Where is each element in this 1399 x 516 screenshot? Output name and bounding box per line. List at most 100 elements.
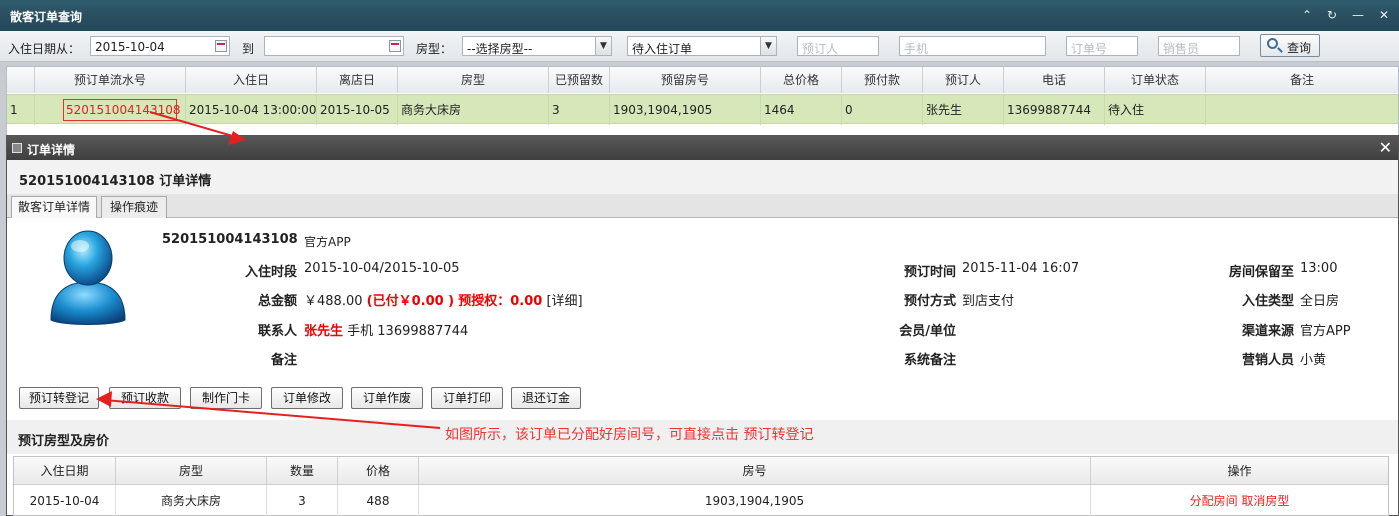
cell-prepay: 0	[842, 95, 923, 125]
col-header-roomtype[interactable]: 房型	[398, 67, 549, 93]
calendar-icon[interactable]	[389, 40, 401, 52]
salesperson-input[interactable]: 销售员	[1158, 36, 1240, 56]
checkin-type-value: 全日房	[1300, 294, 1340, 309]
booking-time-label: 预订时间	[903, 265, 956, 280]
close-icon[interactable]: ✕	[1379, 138, 1392, 157]
col-header-reserved[interactable]: 已预留数	[549, 67, 610, 93]
hold-until-value: 13:00	[1300, 261, 1338, 276]
total-preauth: 预授权：0.00	[458, 294, 543, 309]
cell-roomtype: 商务大床房	[398, 95, 549, 125]
order-status-value: 待入住订单	[632, 42, 693, 56]
collect-payment-button[interactable]: 预订收款	[109, 387, 181, 409]
total-detail-link[interactable]: [详细]	[546, 294, 582, 309]
col-header-type: 房型	[116, 457, 267, 485]
cell-booker: 张先生	[923, 95, 1004, 125]
query-button[interactable]: 查询	[1260, 34, 1320, 57]
contact-name: 张先生	[304, 324, 344, 339]
room-type-select[interactable]: --选择房型-- ▼	[462, 36, 612, 56]
cell-status: 待入住	[1105, 95, 1206, 125]
window-titlebar: 散客订单查询 ⌃ ↻ — ✕	[0, 0, 1399, 31]
cell-qty: 3	[267, 485, 338, 516]
hold-until-label: 房间保留至	[1228, 265, 1294, 280]
room-type-value: --选择房型--	[467, 42, 533, 56]
order-detail-dialog: 订单详情 ✕ 520151004143108 订单详情 散客订单详情 操作痕迹 …	[6, 135, 1399, 516]
void-order-button[interactable]: 订单作废	[351, 387, 423, 409]
channel-value: 官方APP	[1300, 324, 1351, 339]
col-header-checkout[interactable]: 离店日	[317, 67, 398, 93]
convert-to-checkin-button[interactable]: 预订转登记	[19, 387, 99, 409]
query-label: 查询	[1287, 41, 1312, 55]
minimize-icon[interactable]: —	[1350, 7, 1366, 23]
user-avatar-icon	[50, 230, 126, 325]
assign-room-link[interactable]: 分配房间	[1190, 494, 1238, 508]
total-label: 总金额	[257, 294, 297, 309]
order-no: 520151004143108	[162, 232, 298, 247]
chevron-down-icon[interactable]: ▼	[760, 37, 776, 55]
tab-operation-log[interactable]: 操作痕迹	[101, 196, 167, 218]
sales-label: 营销人员	[1241, 353, 1294, 368]
refund-deposit-button[interactable]: 退还订金	[511, 387, 581, 409]
detail-heading: 520151004143108 订单详情	[19, 174, 212, 189]
col-header-booker[interactable]: 预订人	[923, 67, 1004, 93]
contact-label: 联系人	[257, 324, 297, 339]
booker-input[interactable]: 预订人	[797, 36, 879, 56]
col-header-price: 价格	[338, 457, 419, 485]
annotation-text: 如图所示，该订单已分配好房间号，可直接点击 预订转登记	[445, 427, 814, 443]
col-header-serial[interactable]: 预订单流水号	[35, 67, 186, 93]
checkin-from-input[interactable]: 2015-10-04	[90, 36, 230, 56]
col-header-index	[7, 67, 35, 93]
cell-remark	[1206, 95, 1398, 125]
detail-heading-bar: 520151004143108 订单详情	[7, 160, 1398, 194]
dialog-title: 订单详情	[27, 143, 76, 157]
tab-order-detail[interactable]: 散客订单详情	[11, 196, 97, 218]
chevron-down-icon[interactable]: ▼	[595, 37, 611, 55]
source-text: 官方APP	[304, 235, 351, 249]
phone-input[interactable]: 手机	[899, 36, 1046, 56]
to-label: 到	[242, 42, 255, 56]
section-title: 预订房型及房价	[18, 434, 110, 449]
dialog-header: 订单详情 ✕	[7, 136, 1398, 160]
remark-label: 备注	[270, 353, 297, 368]
stay-period-value: 2015-10-04/2015-10-05	[304, 261, 460, 276]
prepay-method-value: 到店支付	[962, 294, 1015, 309]
window-title: 散客订单查询	[10, 10, 83, 24]
cancel-room-type-link[interactable]: 取消房型	[1241, 494, 1289, 508]
col-header-checkin[interactable]: 入住日	[186, 67, 317, 93]
detail-tabs: 散客订单详情 操作痕迹	[7, 194, 1398, 218]
calendar-icon[interactable]	[215, 40, 227, 52]
cell-checkin: 2015-10-04 13:00:00	[186, 95, 317, 125]
col-header-status[interactable]: 订单状态	[1105, 67, 1206, 93]
total-paid: (已付￥0.00 )	[366, 294, 455, 309]
total-value: ￥488.00 (已付￥0.00 ) 预授权：0.00 [详细]	[304, 290, 583, 309]
col-header-date: 入住日期	[14, 457, 116, 485]
cell-checkout: 2015-10-05	[317, 95, 398, 125]
col-header-prepay[interactable]: 预付款	[842, 67, 923, 93]
col-header-total[interactable]: 总价格	[761, 67, 842, 93]
highlighted-order-no[interactable]: 520151004143108	[63, 99, 181, 121]
order-no-input[interactable]: 订单号	[1066, 36, 1138, 56]
checkin-from-value: 2015-10-04	[95, 40, 165, 54]
cell-room-nos: 1903,1904,1905	[610, 95, 761, 125]
print-order-button[interactable]: 订单打印	[431, 387, 503, 409]
sales-value: 小黄	[1300, 353, 1327, 368]
cell-serial: 520151004143108	[35, 95, 186, 125]
col-header-phone[interactable]: 电话	[1004, 67, 1105, 93]
refresh-icon[interactable]: ↻	[1324, 7, 1340, 23]
cell-type: 商务大床房	[116, 485, 267, 516]
cell-price: 488	[338, 485, 419, 516]
collapse-icon[interactable]: ⌃	[1299, 7, 1315, 23]
col-header-remark[interactable]: 备注	[1206, 67, 1398, 93]
booking-time-value: 2015-11-04 16:07	[962, 261, 1080, 276]
window-icon	[12, 143, 22, 153]
search-icon	[1267, 38, 1278, 49]
table-row[interactable]: 1 520151004143108 2015-10-04 13:00:00 20…	[7, 94, 1398, 125]
col-header-room-nos[interactable]: 预留房号	[610, 67, 761, 93]
cell-date: 2015-10-04	[14, 485, 116, 516]
make-room-card-button[interactable]: 制作门卡	[190, 387, 262, 409]
close-icon[interactable]: ✕	[1376, 7, 1392, 23]
order-status-select[interactable]: 待入住订单 ▼	[627, 36, 777, 56]
checkin-to-input[interactable]	[264, 36, 404, 56]
channel-label: 渠道来源	[1241, 324, 1294, 339]
cell-index: 1	[7, 95, 35, 125]
edit-order-button[interactable]: 订单修改	[271, 387, 343, 409]
